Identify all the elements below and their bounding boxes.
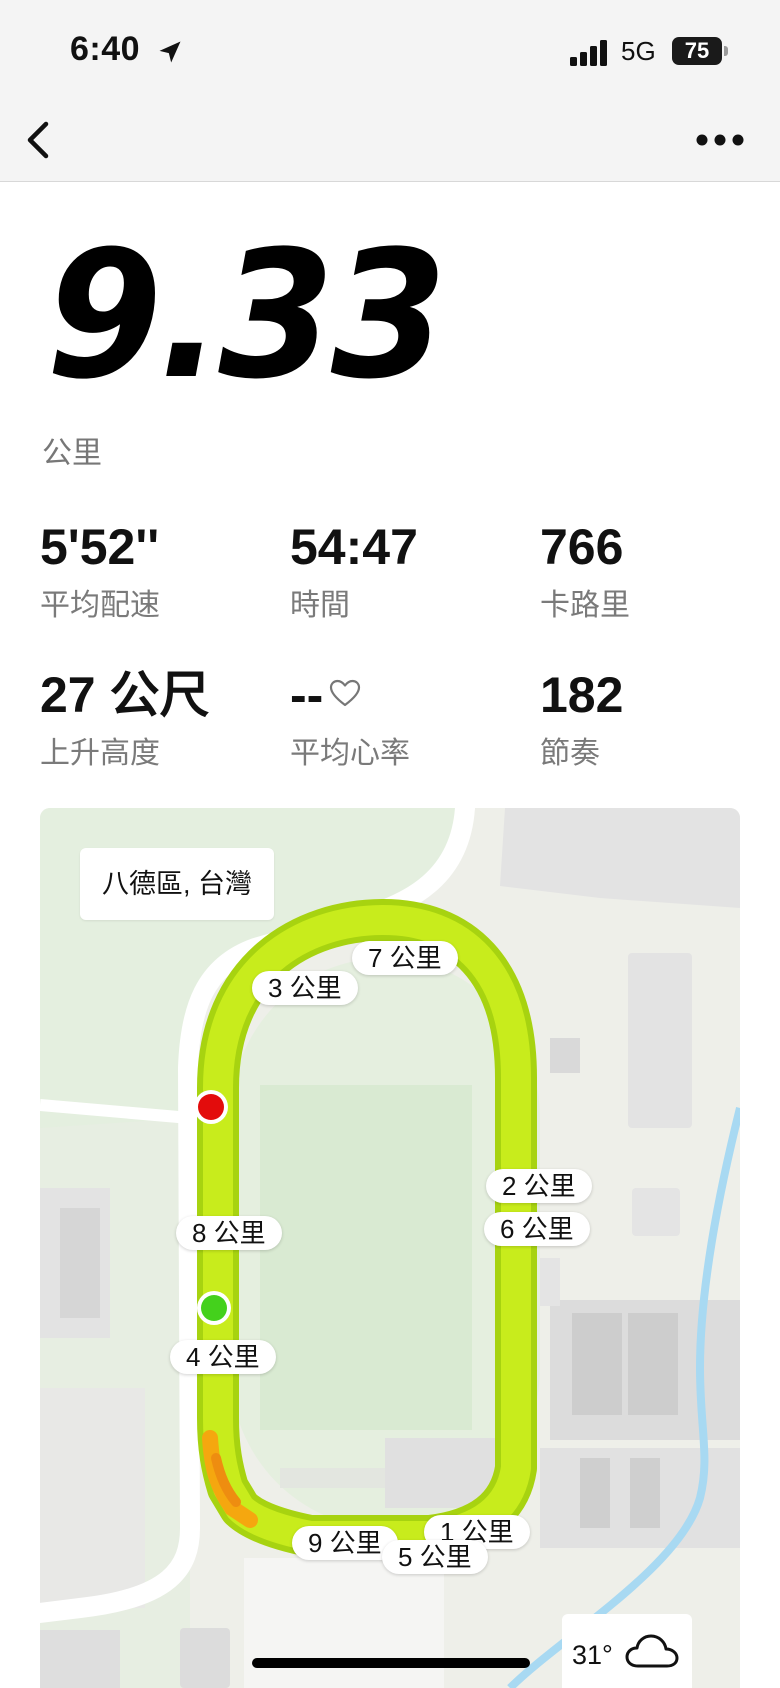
- km-marker: 8 公里: [176, 1216, 282, 1250]
- stat-label: 平均心率: [290, 737, 410, 770]
- start-marker: [197, 1291, 231, 1325]
- km-marker: 5 公里: [382, 1540, 488, 1574]
- stat-value: --: [290, 667, 324, 723]
- km-marker: 7 公里: [352, 941, 458, 975]
- weather-badge: 31°: [562, 1614, 692, 1688]
- chevron-left-icon: [27, 121, 49, 159]
- distance-unit: 公里: [42, 437, 102, 470]
- cloud-icon: [625, 1634, 679, 1668]
- stat-value: 5'52'': [40, 519, 160, 575]
- stat-calories: 766 卡路里: [540, 522, 630, 624]
- km-marker: 2 公里: [486, 1169, 592, 1203]
- location-label: 八德區, 台灣: [80, 848, 275, 920]
- stat-label: 時間: [290, 589, 350, 622]
- battery-level: 75: [684, 38, 710, 63]
- stat-label: 節奏: [540, 737, 600, 770]
- stat-label: 上升高度: [40, 737, 160, 770]
- stat-avg-heart-rate: -- 平均心率: [290, 670, 410, 772]
- status-bar: 6:40 5G 75: [0, 0, 780, 100]
- stat-value: 54:47: [290, 519, 418, 575]
- home-indicator: [252, 1658, 530, 1668]
- stat-value: 182: [540, 667, 624, 723]
- km-marker: 3 公里: [252, 971, 358, 1005]
- km-marker: 6 公里: [484, 1212, 590, 1246]
- location-arrow-icon: [159, 41, 181, 63]
- stat-value: 766: [540, 519, 624, 575]
- km-marker: 4 公里: [170, 1340, 276, 1374]
- cellular-signal-icon: [570, 40, 607, 66]
- stat-duration: 54:47 時間: [290, 522, 418, 624]
- back-button[interactable]: [14, 110, 64, 170]
- weather-temperature: 31°: [572, 1640, 613, 1670]
- ellipsis-icon: [696, 134, 744, 146]
- battery-icon: 75: [672, 37, 728, 65]
- network-type: 5G: [621, 36, 656, 66]
- route-map[interactable]: 八德區, 台灣 7 公里 3 公里 2 公里 6 公里 8 公里 4 公里 9 …: [40, 808, 740, 1688]
- more-button[interactable]: [690, 120, 750, 160]
- distance-value: 9.33: [46, 213, 447, 418]
- end-marker: [194, 1090, 228, 1124]
- stat-label: 卡路里: [540, 589, 630, 622]
- stat-value: 27 公尺: [40, 667, 210, 723]
- heart-icon: [330, 679, 361, 706]
- nav-bar: [0, 100, 780, 182]
- stat-label: 平均配速: [40, 589, 160, 622]
- stat-elevation-gain: 27 公尺 上升高度: [40, 670, 210, 772]
- status-time: 6:40: [70, 30, 141, 68]
- stat-cadence: 182 節奏: [540, 670, 623, 772]
- stat-avg-pace: 5'52'' 平均配速: [40, 522, 160, 624]
